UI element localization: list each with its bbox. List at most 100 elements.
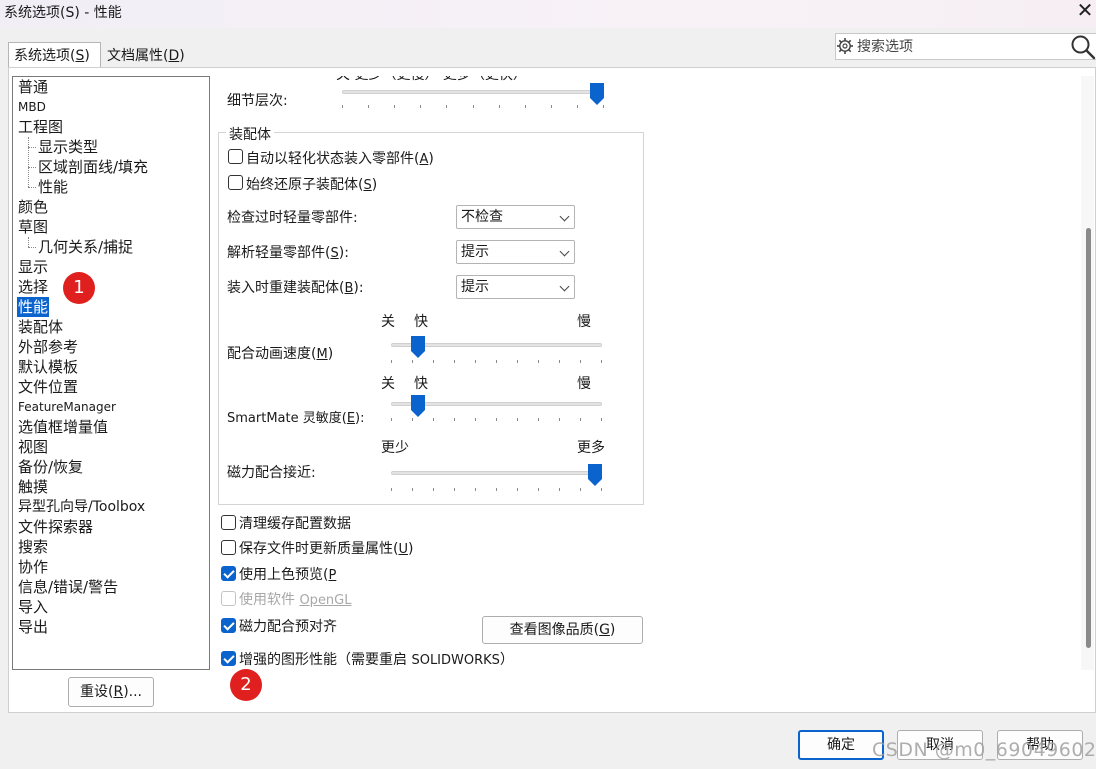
view-image-quality-button[interactable]: 查看图像品质(G) bbox=[482, 616, 643, 644]
assembly-group-title: 装配体 bbox=[226, 124, 274, 144]
scrollbar-thumb[interactable] bbox=[1086, 228, 1091, 648]
annotation-badge-1: 1 bbox=[63, 272, 95, 304]
window-title: 系统选项(S) - 性能 bbox=[4, 5, 122, 21]
tree-item[interactable]: 显示类型 bbox=[38, 137, 98, 157]
tree-item[interactable]: 信息/错误/警告 bbox=[18, 577, 118, 597]
slider-tick bbox=[420, 105, 421, 108]
tab-doc-label: 文档属性 bbox=[107, 48, 163, 64]
slider-tick bbox=[538, 488, 539, 491]
tree-item[interactable]: 触摸 bbox=[18, 477, 48, 497]
tree-item[interactable]: 颜色 bbox=[18, 197, 48, 217]
smartmate-ticks bbox=[391, 418, 602, 421]
tree-item[interactable]: 导入 bbox=[18, 597, 48, 617]
purge-cache-checkbox[interactable] bbox=[221, 515, 236, 530]
detail-level-slider-track[interactable] bbox=[342, 90, 604, 94]
tree-item[interactable]: 性能 bbox=[38, 177, 68, 197]
check-outdated-label: 检查过时轻量零部件: bbox=[227, 210, 358, 226]
smartmate-slider-thumb[interactable] bbox=[411, 395, 425, 417]
annotation-badge-2: 2 bbox=[230, 669, 262, 701]
shaded-preview-checkbox[interactable] bbox=[221, 566, 236, 581]
lightweight-load-checkbox[interactable] bbox=[228, 149, 243, 164]
restore-subassembly-checkbox[interactable] bbox=[228, 175, 243, 190]
detail-level-label: 细节层次: bbox=[227, 93, 288, 109]
magnetic-prealign-checkbox[interactable] bbox=[221, 618, 236, 633]
tree-item[interactable]: 备份/恢复 bbox=[18, 457, 83, 477]
slider-tick bbox=[475, 488, 476, 491]
slider-tick bbox=[412, 418, 413, 421]
tree-connector bbox=[28, 247, 36, 248]
tree-item[interactable]: 视图 bbox=[18, 437, 48, 457]
slider-tick bbox=[551, 105, 552, 108]
chevron-down-icon bbox=[559, 246, 570, 257]
slider-tick bbox=[454, 360, 455, 363]
rebuild-on-load-select[interactable]: 提示 bbox=[456, 275, 575, 299]
tree-item[interactable]: 默认模板 bbox=[18, 357, 78, 377]
tree-item[interactable]: 几何关系/捕捉 bbox=[38, 237, 133, 257]
mate-anim-slow-label: 慢 bbox=[577, 314, 591, 330]
mate-anim-ticks bbox=[391, 360, 602, 363]
slider-tick bbox=[499, 105, 500, 108]
title-bar bbox=[0, 0, 1096, 28]
mate-anim-slider-thumb[interactable] bbox=[411, 336, 425, 358]
software-opengl-checkbox[interactable] bbox=[221, 591, 236, 606]
magnetic-slider-track[interactable] bbox=[391, 471, 602, 475]
slider-tick bbox=[517, 488, 518, 491]
slider-tick bbox=[601, 418, 602, 421]
tab-document-properties[interactable]: 文档属性(D) bbox=[102, 43, 194, 67]
slider-tick bbox=[580, 360, 581, 363]
resolve-lightweight-select[interactable]: 提示 bbox=[456, 240, 575, 264]
mate-anim-fast-label: 快 bbox=[414, 314, 428, 330]
tree-item[interactable]: FeatureManager bbox=[18, 397, 116, 417]
restore-subassembly-label: 始终还原子装配体(S) bbox=[246, 177, 378, 193]
gear-icon[interactable] bbox=[836, 37, 854, 55]
tree-item[interactable]: 协作 bbox=[18, 557, 48, 577]
slider-tick bbox=[517, 418, 518, 421]
slider-tick bbox=[603, 105, 604, 108]
lightweight-load-label: 自动以轻化状态装入零部件(A) bbox=[246, 151, 434, 167]
slider-tick bbox=[580, 488, 581, 491]
tree-item[interactable]: 普通 bbox=[18, 77, 48, 97]
tree-item[interactable]: 外部参考 bbox=[18, 337, 78, 357]
close-icon[interactable]: ✕ bbox=[1074, 0, 1096, 22]
slider-tick bbox=[454, 418, 455, 421]
slider-tick bbox=[559, 418, 560, 421]
tree-connector bbox=[28, 147, 36, 148]
reset-button[interactable]: 重设(R)... bbox=[68, 677, 154, 707]
smartmate-off-label: 关 bbox=[381, 376, 395, 392]
tree-item[interactable]: 异型孔向导/Toolbox bbox=[18, 497, 145, 517]
tree-item[interactable]: 文件位置 bbox=[18, 377, 78, 397]
tab-system-options[interactable]: 系统选项(S) bbox=[8, 42, 101, 68]
tree-item[interactable]: 区域剖面线/填充 bbox=[38, 157, 148, 177]
search-icon[interactable] bbox=[1070, 34, 1096, 60]
tree-connector bbox=[28, 187, 36, 188]
check-outdated-select[interactable]: 不检查 bbox=[456, 205, 575, 229]
slider-tick bbox=[368, 105, 369, 108]
magnetic-less-label: 更少 bbox=[381, 440, 409, 456]
smartmate-fast-label: 快 bbox=[414, 376, 428, 392]
magnetic-slider-thumb[interactable] bbox=[588, 464, 602, 486]
enhanced-graphics-checkbox[interactable] bbox=[221, 651, 236, 666]
tree-connector bbox=[28, 237, 29, 247]
update-mass-label: 保存文件时更新质量属性(U) bbox=[239, 541, 414, 557]
tree-item[interactable]: 搜索 bbox=[18, 537, 48, 557]
tree-item[interactable]: 显示 bbox=[18, 257, 48, 277]
tree-item[interactable]: 导出 bbox=[18, 617, 48, 637]
detail-scale-labels: 关 更少（更慢） 更多（更快） bbox=[336, 76, 527, 84]
slider-tick bbox=[577, 105, 578, 108]
reset-key: R bbox=[113, 684, 124, 700]
magnetic-more-label: 更多 bbox=[577, 440, 605, 456]
tree-item[interactable]: 选值框增量值 bbox=[18, 417, 108, 437]
mate-anim-label: 配合动画速度(M) bbox=[227, 346, 334, 362]
slider-tick bbox=[446, 105, 447, 108]
tree-item[interactable]: 选择 bbox=[18, 277, 48, 297]
tree-item[interactable]: 文件探索器 bbox=[18, 517, 93, 537]
tree-item[interactable]: 工程图 bbox=[18, 117, 63, 137]
update-mass-checkbox[interactable] bbox=[221, 540, 236, 555]
detail-level-slider-thumb[interactable] bbox=[590, 83, 604, 105]
tree-item[interactable]: 装配体 bbox=[18, 317, 63, 337]
tree-item-selected[interactable]: 性能 bbox=[17, 297, 50, 317]
tab-doc-key: D bbox=[168, 48, 180, 64]
tree-item[interactable]: 草图 bbox=[18, 217, 48, 237]
reset-label: 重设 bbox=[79, 684, 108, 700]
tree-item[interactable]: MBD bbox=[18, 97, 46, 117]
